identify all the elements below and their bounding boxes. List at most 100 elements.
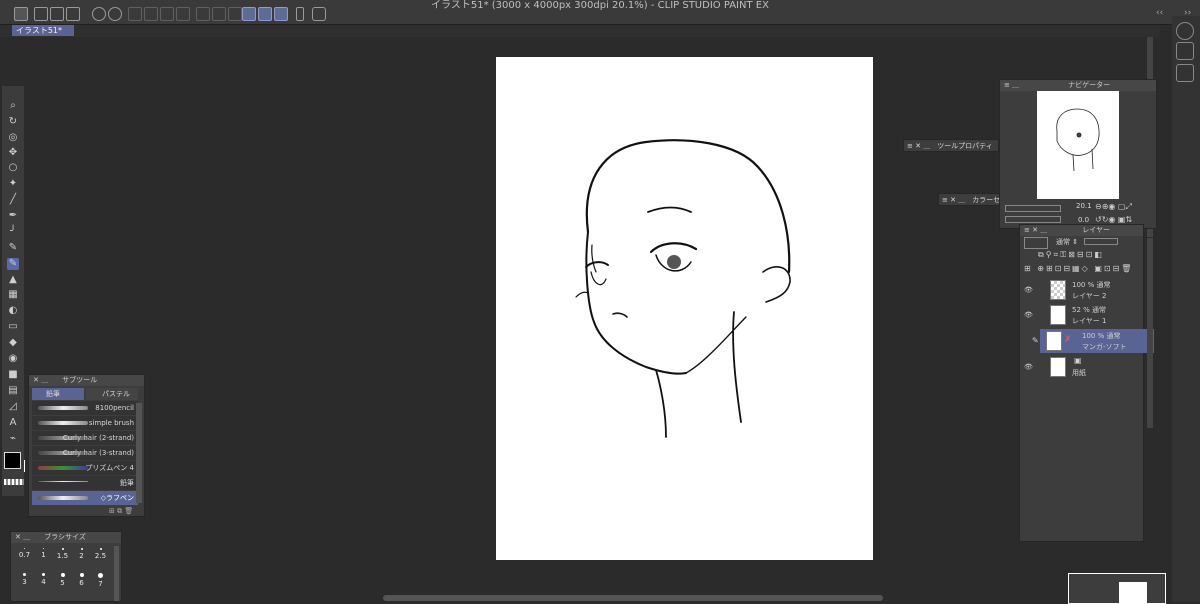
layer-property-icon[interactable] [1176, 64, 1194, 82]
document-tab[interactable]: イラスト51* [12, 25, 74, 36]
color-set-panel[interactable]: ≡ ✕ ＿ カラーセ [938, 193, 1000, 206]
transparent-color-swatch[interactable] [4, 479, 24, 485]
layer-mode: 通常 [1092, 306, 1107, 314]
subtool-tab-pastel[interactable]: パステル [86, 388, 138, 400]
layer-scrollbar[interactable] [1147, 238, 1153, 428]
subtool-panel-header[interactable]: ✕ ＿ サブツール [29, 375, 144, 386]
brush-item[interactable]: Curly hair (3-strand) [32, 446, 138, 460]
gradient-icon[interactable]: ◉ [7, 353, 19, 365]
ruler-show-icon[interactable] [228, 7, 242, 21]
eye-icon[interactable]: 👁 [1024, 286, 1033, 294]
eye-icon[interactable]: 👁 [1024, 311, 1033, 319]
fill-tool-icon[interactable]: ◆ [7, 337, 19, 349]
bottom-status-controls[interactable] [120, 594, 205, 602]
brush-icon[interactable]: ✎ [7, 258, 19, 270]
open-icon[interactable] [50, 7, 64, 21]
brush-size-option[interactable]: 2 [72, 548, 91, 560]
eyedropper-icon[interactable]: ╱ [7, 194, 19, 206]
mini-navigator[interactable] [1068, 573, 1166, 604]
drawing-canvas[interactable] [496, 57, 873, 560]
subtool-tab-pencil[interactable]: 鉛筆 [32, 388, 84, 400]
move-icon[interactable]: ✥ [7, 147, 19, 159]
brush-size-option[interactable]: 1.5 [53, 548, 72, 560]
blend-icon[interactable]: ◐ [7, 305, 19, 317]
layer-row[interactable]: 👁 ▣ 用紙 [1024, 355, 1154, 379]
redo-icon[interactable] [108, 7, 122, 21]
info-icon[interactable] [1176, 22, 1194, 40]
transform-icon[interactable] [160, 7, 174, 21]
main-color-swatch[interactable] [4, 452, 21, 469]
airbrush-icon[interactable]: ▲ [7, 274, 19, 286]
subtool-scrollbar[interactable] [136, 403, 142, 503]
snap-special-ruler-icon[interactable] [258, 7, 272, 21]
blend-mode-select[interactable]: 通常 ⇕ [1056, 237, 1078, 247]
brush-item[interactable]: 鉛筆 [32, 476, 138, 490]
opacity-slider[interactable] [1084, 238, 1118, 245]
navigator-preview[interactable] [1037, 91, 1119, 199]
pen-icon[interactable]: ✒ [7, 210, 19, 222]
snap-grid-icon[interactable] [274, 7, 288, 21]
clear-icon[interactable] [128, 7, 142, 21]
object-select-icon[interactable]: ◎ [7, 132, 19, 144]
zoom-controls-icon[interactable]: ⊖⊕◉ ▢⤢ [1095, 202, 1132, 212]
collapse-icon[interactable]: ‹‹ [1156, 8, 1163, 18]
brush-item-selected[interactable]: ◇ラフペン [32, 491, 138, 505]
layer-action-controls-icon[interactable]: ⊞ ⊕⊞⊡⊟▦◇ ▣⊡⊟🗑 [1024, 264, 1133, 273]
balloon-icon[interactable]: ⌁ [7, 433, 19, 445]
brush-item[interactable]: Curly hair (2-strand) [32, 431, 138, 445]
frame-icon[interactable]: ▤ [7, 385, 19, 397]
layer-panel-header[interactable]: ≡ ✕ ＿ レイヤー [1020, 225, 1143, 236]
smartphone-icon[interactable] [296, 7, 304, 21]
pencil-icon[interactable]: ✎ [7, 242, 19, 254]
brush-item[interactable]: simple brush [32, 416, 138, 430]
zoom-slider[interactable] [1005, 205, 1061, 212]
figure-icon[interactable]: ■ [7, 369, 19, 381]
canvas-horizontal-scrollbar[interactable] [383, 595, 883, 601]
brush-size-option[interactable]: 0.7 [15, 548, 34, 559]
export-icon[interactable] [74, 7, 82, 21]
app-menu-icon[interactable] [14, 7, 28, 21]
decoration-icon[interactable]: ▦ [7, 289, 19, 301]
tool-property-panel[interactable]: ≡ ✕ ＿ ツールプロパティ [903, 139, 999, 152]
auto-select-icon[interactable]: ✦ [7, 178, 19, 190]
layer-lock-controls-icon[interactable]: ⧉⚲⌗⚿⊠⊟⊡◧ [1038, 250, 1104, 260]
brush-item[interactable]: 8100pencil [32, 401, 138, 415]
layer-row[interactable]: 👁 52 % 通常 レイヤー 1 [1024, 303, 1154, 327]
undo-icon[interactable] [92, 7, 106, 21]
brush-size-option[interactable]: 3 [15, 573, 34, 586]
subtool-panel: ✕ ＿ サブツール 鉛筆 パステル 8100pencil simple brus… [28, 374, 145, 517]
lasso-icon[interactable]: ○ [7, 162, 19, 174]
subtool-footer-icons[interactable]: ⊞ ⧉ 🗑 [109, 507, 133, 516]
crop-icon[interactable] [196, 7, 210, 21]
deselect-icon[interactable] [176, 7, 190, 21]
brush-size-scrollbar[interactable] [114, 546, 119, 601]
brush-item[interactable]: プリズムペン 4 [32, 461, 138, 475]
layer-palette-color-icon[interactable] [1024, 237, 1048, 249]
brush-size-option[interactable]: 2.5 [91, 548, 110, 560]
curve-pen-icon[interactable]: ╯ [7, 226, 19, 238]
layer-row[interactable]: 👁 100 % 通常 レイヤー 2 [1024, 278, 1154, 302]
help-icon[interactable] [312, 7, 326, 21]
zoom-icon[interactable]: ⌕ [7, 100, 19, 112]
ruler-icon[interactable]: ◿ [7, 401, 19, 413]
rotation-slider[interactable] [1005, 216, 1061, 223]
brush-size-option[interactable]: 5 [53, 573, 72, 587]
brush-size-header[interactable]: ✕ ＿ ブラシサイズ [11, 532, 121, 543]
eye-icon[interactable]: 👁 [1024, 363, 1033, 371]
new-icon[interactable] [34, 7, 48, 21]
grid-icon[interactable] [212, 7, 226, 21]
brush-size-option[interactable]: 7 [91, 573, 110, 588]
material-icon[interactable] [1176, 42, 1194, 60]
brush-size-option[interactable]: 4 [34, 573, 53, 586]
navigator-header[interactable]: ≡ ＿ ナビゲーター [1000, 80, 1156, 91]
rotate-icon[interactable]: ↻ [7, 116, 19, 128]
snap-ruler-icon[interactable] [242, 7, 256, 21]
text-icon[interactable]: A [7, 417, 19, 429]
eraser-icon[interactable]: ▭ [7, 321, 19, 333]
rotation-controls-icon[interactable]: ↺↻◉ ▣⇅ [1095, 215, 1132, 224]
layer-panel-title: レイヤー [1082, 226, 1110, 234]
brush-size-option[interactable]: 6 [72, 573, 91, 587]
brush-size-option[interactable]: 1 [34, 548, 53, 559]
fill-icon[interactable] [144, 7, 158, 21]
layer-row-selected[interactable]: ✎ ✗ 100 % 通常 マンガ-ソフト [1032, 329, 1154, 353]
